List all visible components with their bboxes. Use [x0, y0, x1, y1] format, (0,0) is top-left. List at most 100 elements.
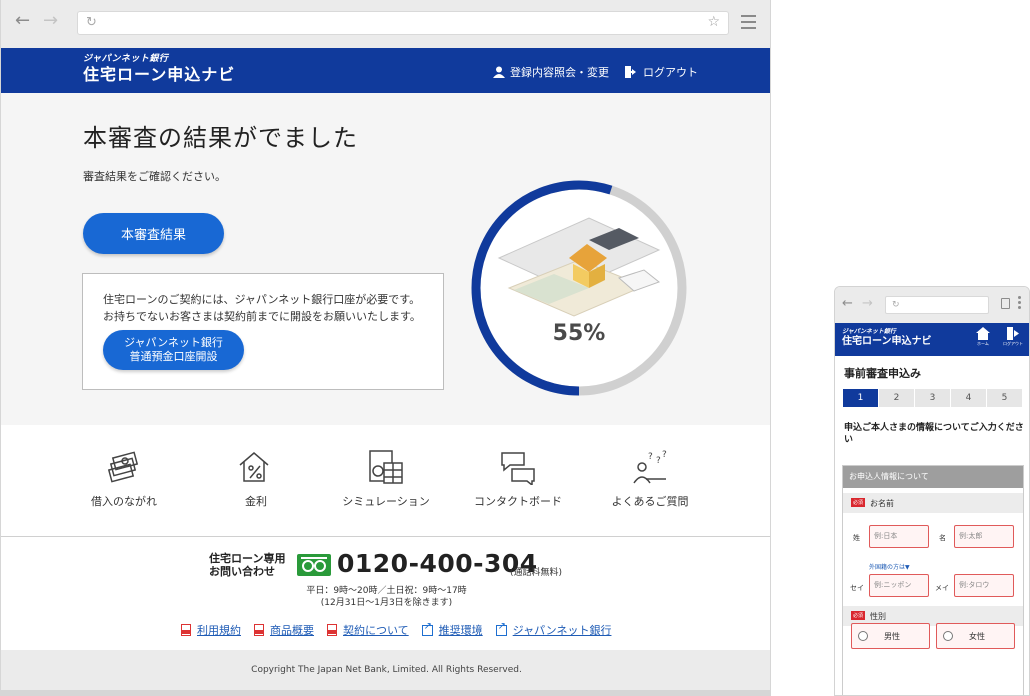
- step-3: 3: [915, 389, 950, 407]
- open-account-label-1: ジャパンネット銀行: [124, 336, 223, 349]
- account-settings-label: 登録内容照会・変更: [510, 66, 609, 79]
- user-icon: [493, 66, 505, 78]
- required-badge: 必須: [851, 498, 866, 507]
- product-summary-link[interactable]: 商品概要: [254, 622, 314, 638]
- site-logo[interactable]: ジャパンネット銀行 住宅ローン申込ナビ: [83, 55, 235, 83]
- browser-menu-icon[interactable]: [741, 15, 756, 33]
- back-arrow-icon[interactable]: ←: [842, 296, 853, 311]
- notice-text: 住宅ローンのご契約には、ジャパンネット銀行口座が必要です。 お持ちでないお客さま…: [103, 291, 421, 325]
- radio-circle-icon: [943, 631, 953, 641]
- reload-icon[interactable]: ↻: [86, 15, 97, 30]
- required-badge: 必須: [851, 611, 866, 620]
- svg-text:?: ?: [656, 456, 661, 466]
- step-5: 5: [987, 389, 1022, 407]
- notice-line-1: 住宅ローンのご契約には、ジャパンネット銀行口座が必要です。: [103, 293, 421, 306]
- quick-link-contact-board[interactable]: コンタクトボード: [453, 449, 583, 509]
- sei-label: 姓: [853, 534, 860, 542]
- form-section-title: お申込人情報について: [843, 466, 1023, 488]
- mobile-address-bar[interactable]: ↻: [885, 296, 989, 314]
- gender-female-radio[interactable]: 女性: [936, 623, 1015, 649]
- bookmark-star-icon[interactable]: ☆: [707, 14, 720, 30]
- mobile-browser-window: ← → ↻ ジャパンネット銀行 住宅ローン申込ナビ ホーム ログアウト 事前審査…: [834, 286, 1030, 696]
- mei-kana-label: メイ: [935, 584, 949, 592]
- mobile-site-logo[interactable]: ジャパンネット銀行 住宅ローン申込ナビ: [842, 329, 932, 347]
- pdf-icon: [181, 624, 191, 636]
- browser-toolbar: ← → ↻ ☆: [1, 0, 770, 48]
- home-icon: [976, 327, 990, 340]
- address-bar[interactable]: ↻ ☆: [77, 11, 729, 35]
- logout-icon: [1006, 327, 1019, 340]
- reload-icon[interactable]: ↻: [892, 300, 900, 310]
- toll-free-note: (通話料無料): [510, 568, 563, 578]
- forward-arrow-icon[interactable]: →: [862, 296, 873, 311]
- notice-line-2: お持ちでないお客さまは契約前までに開設をお願いいたします。: [103, 310, 421, 323]
- mobile-logout-label: ログアウト: [1003, 341, 1023, 346]
- account-settings-link[interactable]: 登録内容照会・変更: [493, 64, 609, 80]
- contact-title: 住宅ローン専用 お問い合わせ: [209, 552, 285, 578]
- sei-kana-input[interactable]: 例:ニッポン: [869, 574, 929, 597]
- mobile-logout-button[interactable]: ログアウト: [1000, 327, 1026, 347]
- footer-bar: [1, 690, 770, 695]
- mei-label: 名: [939, 534, 946, 542]
- mobile-browser-toolbar: ← → ↻: [835, 287, 1029, 323]
- mobile-home-button[interactable]: ホーム: [970, 327, 996, 347]
- mobile-lead-text: 申込ご本人さまの情報についてご入力ください: [844, 423, 1024, 445]
- logout-label: ログアウト: [643, 66, 698, 79]
- quick-link-simulation[interactable]: シミュレーション: [321, 449, 451, 509]
- recommended-env-link[interactable]: 推奨環境: [421, 621, 483, 638]
- result-hero-section: 本審査の結果がでました 審査結果をご確認ください。 本審査結果 住宅ローンのご契…: [1, 93, 770, 425]
- mobile-logo-bank-name: ジャパンネット銀行: [842, 328, 896, 335]
- tabs-icon[interactable]: [1001, 298, 1010, 309]
- quick-link-label: シミュレーション: [342, 495, 430, 508]
- sei-kana-label: セイ: [850, 584, 864, 592]
- business-hours-line-1: 平日：9時〜20時／土日祝：9時〜17時: [306, 586, 467, 596]
- name-row-label: お名前: [870, 499, 894, 508]
- person-question-icon: ? ? ?: [633, 450, 667, 484]
- mobile-site-header: ジャパンネット銀行 住宅ローン申込ナビ ホーム ログアウト: [835, 323, 1029, 356]
- site-header: ジャパンネット銀行 住宅ローン申込ナビ 登録内容照会・変更 ログアウト: [1, 48, 770, 93]
- contact-section: 住宅ローン専用 お問い合わせ 0120-400-304 (通話料無料) 平日：9…: [1, 537, 770, 650]
- desktop-browser-window: ← → ↻ ☆ ジャパンネット銀行 住宅ローン申込ナビ 登録内容照会・変更 ログ…: [0, 0, 771, 696]
- product-summary-link-label: 商品概要: [270, 624, 314, 637]
- open-account-label-2: 普通預金口座開設: [129, 350, 218, 363]
- external-link-icon: [495, 621, 507, 636]
- recommended-env-link-label: 推奨環境: [438, 624, 483, 637]
- terms-link[interactable]: 利用規約: [181, 622, 241, 638]
- sei-input[interactable]: 例:日本: [869, 525, 929, 548]
- open-account-button[interactable]: ジャパンネット銀行 普通預金口座開設: [103, 330, 244, 370]
- progress-ring-graphic: [471, 180, 687, 396]
- page-title: 本審査の結果がでました: [83, 124, 358, 152]
- contact-title-line-1: 住宅ローン専用: [209, 552, 286, 565]
- mei-kana-input[interactable]: 例:タロウ: [954, 574, 1014, 597]
- quick-link-faq[interactable]: ? ? ? よくあるご質問: [585, 449, 715, 509]
- quick-link-label: 借入のながれ: [91, 495, 157, 508]
- more-menu-icon[interactable]: [1018, 296, 1021, 311]
- mobile-home-label: ホーム: [977, 341, 989, 346]
- gender-row-label: 性別: [870, 612, 886, 621]
- house-percent-icon: [239, 452, 269, 482]
- mei-input[interactable]: 例:太郎: [954, 525, 1014, 548]
- foreign-nationality-link[interactable]: 外国籍の方は▼: [869, 562, 910, 571]
- gender-female-label: 女性: [969, 632, 985, 641]
- quick-link-flow[interactable]: 借入のながれ: [59, 449, 189, 509]
- step-indicator: 1 2 3 4 5: [843, 389, 1023, 407]
- business-hours-line-2: (12月31日〜1月3日を除きます): [320, 598, 453, 608]
- contract-info-link-label: 契約について: [343, 624, 409, 637]
- logo-bank-name: ジャパンネット銀行: [83, 54, 169, 64]
- mobile-page-title: 事前審査申込み: [844, 367, 921, 380]
- contract-info-link[interactable]: 契約について: [327, 622, 409, 638]
- logout-icon: [625, 66, 636, 78]
- step-1: 1: [843, 389, 878, 407]
- bank-site-link[interactable]: ジャパンネット銀行: [495, 621, 611, 638]
- gender-male-radio[interactable]: 男性: [851, 623, 930, 649]
- back-arrow-icon[interactable]: ←: [15, 11, 30, 31]
- view-result-button[interactable]: 本審査結果: [83, 213, 224, 254]
- quick-links-row: 借入のながれ 金利 シミュレーション コンタクトボード ? ? ? よくあるご質…: [1, 425, 770, 537]
- applicant-info-form: お申込人情報について 必須 お名前 姓 例:日本 名 例:太郎 外国籍の方は▼ …: [842, 465, 1024, 695]
- phone-number[interactable]: 0120-400-304: [337, 549, 538, 578]
- forward-arrow-icon[interactable]: →: [43, 11, 58, 31]
- logout-link[interactable]: ログアウト: [625, 64, 698, 80]
- svg-text:?: ?: [662, 450, 667, 460]
- radio-circle-icon: [858, 631, 868, 641]
- quick-link-rate[interactable]: 金利: [191, 449, 321, 509]
